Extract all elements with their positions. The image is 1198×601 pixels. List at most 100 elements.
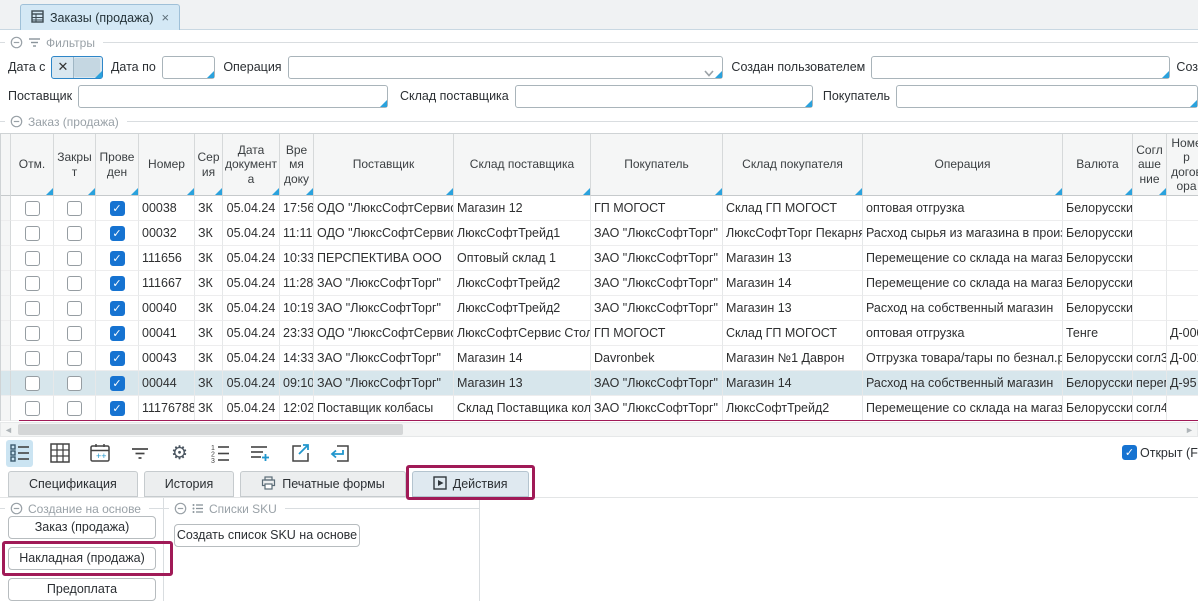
column-header[interactable]: Номер [139,134,195,196]
column-header[interactable]: Номер договора [1167,134,1198,196]
column-header[interactable]: Склад поставщика [454,134,591,196]
table-row[interactable]: ✓00044ЗК05.04.2409:10ЗАО "ЛюксСофтТорг"М… [1,371,1198,396]
supplier-warehouse-label: Склад поставщика [400,89,509,103]
closed-checkbox[interactable] [67,326,82,341]
settings-gear-button[interactable]: ⚙ [166,440,193,467]
posted-checkbox[interactable]: ✓ [110,226,125,241]
tab-actions[interactable]: Действия [412,471,529,497]
cell: 05.04.24 [223,371,280,396]
posted-checkbox[interactable]: ✓ [110,326,125,341]
collapse-orders-icon[interactable] [10,115,23,128]
marked-checkbox[interactable] [25,326,40,341]
collapse-create-icon[interactable] [10,502,23,515]
table-row[interactable]: ✓111656ЗК05.04.2410:33ПЕРСПЕКТИВА ООООпт… [1,246,1198,271]
cell: Белорусский [1063,196,1133,221]
posted-checkbox[interactable]: ✓ [110,301,125,316]
marked-checkbox[interactable] [25,376,40,391]
marked-checkbox[interactable] [25,301,40,316]
open-checkbox[interactable]: ✓ Открыт (F6 [1122,445,1198,460]
date-to-input[interactable] [162,56,216,79]
posted-checkbox[interactable]: ✓ [110,376,125,391]
column-header[interactable]: Серия [195,134,223,196]
closed-checkbox[interactable] [67,276,82,291]
table-grid-button[interactable] [46,440,73,467]
supplier-input[interactable] [78,85,388,108]
table-row[interactable]: ✓00040ЗК05.04.2410:19ЗАО "ЛюксСофтТорг"Л… [1,296,1198,321]
add-to-list-button[interactable] [246,440,273,467]
table-row[interactable]: ✓00041ЗК05.04.2423:33ОДО "ЛюксСофтСервис… [1,321,1198,346]
open-checkbox-box[interactable]: ✓ [1122,445,1137,460]
marked-checkbox[interactable] [25,351,40,366]
posted-checkbox[interactable]: ✓ [110,276,125,291]
column-header[interactable]: Отм. [11,134,54,196]
supplier-warehouse-input[interactable] [515,85,813,108]
scroll-right-icon[interactable]: ► [1182,423,1197,436]
table-row[interactable]: ✓00043ЗК05.04.2414:33ЗАО "ЛюксСофтТорг"М… [1,346,1198,371]
marked-checkbox[interactable] [25,201,40,216]
posted-checkbox[interactable]: ✓ [110,201,125,216]
tab-close-icon[interactable]: × [162,10,170,25]
export-button[interactable] [286,440,313,467]
reimport-button[interactable] [326,440,353,467]
table-row[interactable]: ✓111667ЗК05.04.2411:28ЗАО "ЛюксСофтТорг"… [1,271,1198,296]
column-header[interactable]: Валюта [1063,134,1133,196]
tab-specification[interactable]: Спецификация [8,471,138,497]
cell: 00044 [139,371,195,396]
table-row[interactable]: ✓1117678871ЗК05.04.2412:02Поставщик колб… [1,396,1198,421]
collapse-sku-icon[interactable] [174,502,187,515]
invoice-sale-button[interactable]: Накладная (продажа) [8,547,156,570]
collapse-filters-icon[interactable] [10,36,23,49]
numbered-list-button[interactable]: 123 [206,440,233,467]
table-row[interactable]: ✓00032ЗК05.04.2411:11ОДО "ЛюксСофтСервис… [1,221,1198,246]
created-by-input[interactable] [871,56,1170,79]
column-header[interactable]: Соглашение [1133,134,1167,196]
list-view-button[interactable] [6,440,33,467]
marked-checkbox[interactable] [25,276,40,291]
cell: ЗАО "ЛюксСофтТорг" [591,296,723,321]
marked-checkbox[interactable] [25,401,40,416]
date-from-input[interactable]: ✕ [51,56,103,79]
cell [1167,221,1198,246]
posted-checkbox[interactable]: ✓ [110,351,125,366]
marked-checkbox[interactable] [25,251,40,266]
column-header[interactable]: Дата документа [223,134,280,196]
horizontal-scrollbar[interactable]: ◄ ► [0,422,1198,437]
posted-checkbox[interactable]: ✓ [110,251,125,266]
tab-label: История [165,477,213,491]
closed-checkbox[interactable] [67,401,82,416]
closed-checkbox[interactable] [67,226,82,241]
column-header[interactable]: Покупатель [591,134,723,196]
marked-checkbox[interactable] [25,226,40,241]
cell: ЛюксСофтСервис Столо [454,321,591,346]
table-row[interactable]: ✓00038ЗК05.04.2417:56ОДО "ЛюксСофтСервис… [1,196,1198,221]
column-header[interactable]: Склад покупателя [723,134,863,196]
tab-history[interactable]: История [144,471,234,497]
closed-checkbox[interactable] [67,201,82,216]
buyer-input[interactable] [896,85,1198,108]
column-header[interactable]: Время доку [280,134,314,196]
scroll-left-icon[interactable]: ◄ [1,423,16,436]
filter-button[interactable] [126,440,153,467]
column-header[interactable]: Закрыт [54,134,96,196]
closed-checkbox[interactable] [67,351,82,366]
column-header[interactable]: Операция [863,134,1063,196]
column-header[interactable]: Проведен [96,134,139,196]
cell [1167,246,1198,271]
operation-select[interactable] [288,56,724,79]
annotated-button-wrap: Накладная (продажа) [8,547,156,570]
cell: ОДО "ЛюксСофтСервис [314,221,454,246]
scrollbar-thumb[interactable] [18,424,403,435]
prepayment-button[interactable]: Предоплата [8,578,156,601]
tab-print-forms[interactable]: Печатные формы [240,471,406,497]
closed-checkbox[interactable] [67,301,82,316]
closed-checkbox[interactable] [67,251,82,266]
actions-panel: Создание на основе Заказ (продажа) Накла… [0,497,1198,601]
clear-icon[interactable]: ✕ [52,57,74,78]
posted-checkbox[interactable]: ✓ [110,401,125,416]
tab-orders-sale[interactable]: Заказы (продажа) × [20,4,180,30]
order-sale-button[interactable]: Заказ (продажа) [8,516,156,539]
create-sku-list-button[interactable]: Создать список SKU на основе [174,524,360,547]
column-header[interactable]: Поставщик [314,134,454,196]
calendar-add-button[interactable]: ++ [86,440,113,467]
closed-checkbox[interactable] [67,376,82,391]
